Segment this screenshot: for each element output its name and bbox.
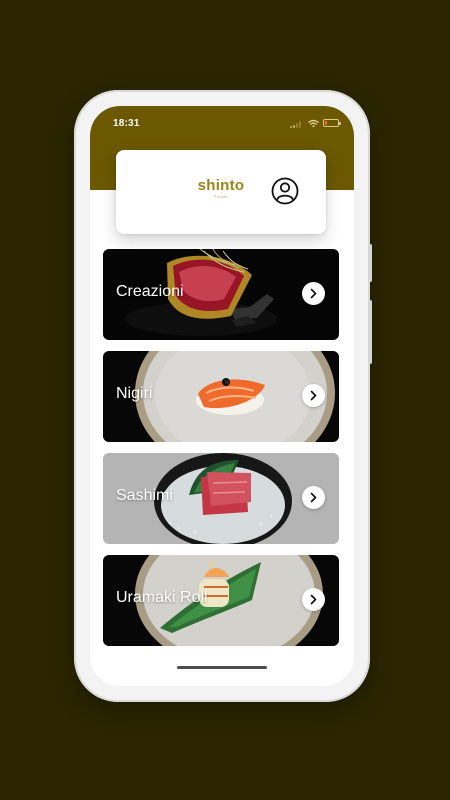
brand-subtitle: Private xyxy=(214,195,228,199)
chevron-right-icon xyxy=(310,492,317,503)
phone-side-button xyxy=(368,300,372,364)
chevron-right-icon xyxy=(310,390,317,401)
menu-item-label: Nigiri xyxy=(116,385,153,402)
menu-chevron-button[interactable] xyxy=(302,486,325,509)
home-indicator[interactable] xyxy=(177,666,267,669)
next-menu-image xyxy=(103,657,339,686)
battery-icon xyxy=(323,119,341,127)
header-card: shinto Private xyxy=(116,150,326,234)
menu-item-label: Uramaki Roll xyxy=(116,589,208,606)
menu-card-nigiri[interactable]: Nigiri xyxy=(103,351,339,442)
phone-side-button xyxy=(368,244,372,282)
phone-screen: 18:31 shinto Private Creazioni Nigiri Sa… xyxy=(90,106,354,686)
menu-chevron-button[interactable] xyxy=(302,282,325,305)
chevron-right-icon xyxy=(310,288,317,299)
menu-card-creazioni[interactable]: Creazioni xyxy=(103,249,339,340)
menu-card-uramaki-roll[interactable]: Uramaki Roll xyxy=(103,555,339,646)
app-stage: 18:31 shinto Private Creazioni Nigiri Sa… xyxy=(0,0,450,800)
status-bar: 18:31 xyxy=(90,106,354,140)
menu-card-sashimi[interactable]: Sashimi xyxy=(103,453,339,544)
battery-level-fill xyxy=(325,121,327,125)
brand-logo: shinto Private xyxy=(186,178,256,199)
signal-icon xyxy=(290,121,302,128)
menu-card-next-partial[interactable] xyxy=(103,657,339,686)
menu-item-label: Creazioni xyxy=(116,283,184,300)
menu-item-label: Sashimi xyxy=(116,487,173,504)
user-circle-icon xyxy=(271,177,299,205)
chevron-right-icon xyxy=(310,594,317,605)
menu-chevron-button[interactable] xyxy=(302,384,325,407)
menu-chevron-button[interactable] xyxy=(302,588,325,611)
brand-name: shinto xyxy=(197,177,245,194)
status-time: 18:31 xyxy=(113,118,140,129)
wifi-icon xyxy=(308,119,319,128)
profile-button[interactable] xyxy=(270,176,300,206)
